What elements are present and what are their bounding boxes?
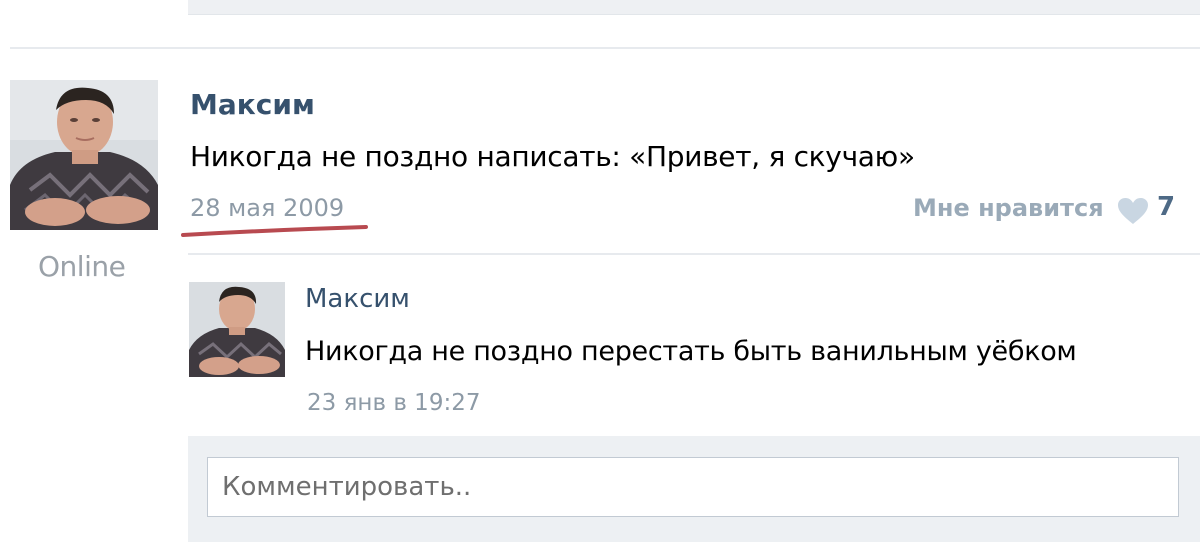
like-button[interactable]: Мне нравится — [913, 194, 1104, 222]
reply-author-link[interactable]: Максим — [305, 284, 410, 314]
red-underline-annotation — [181, 225, 368, 237]
reply-date-link[interactable]: 23 янв в 19:27 — [307, 390, 480, 416]
online-status: Online — [38, 250, 126, 283]
avatar-photo — [10, 80, 158, 230]
reply-text: Никогда не поздно перестать быть ванильн… — [305, 336, 1077, 367]
reply-avatar[interactable] — [189, 282, 285, 377]
post-author-link[interactable]: Максим — [190, 88, 315, 121]
divider — [188, 253, 1200, 255]
comment-input[interactable] — [207, 457, 1179, 517]
previous-post-bottom — [188, 0, 1200, 15]
avatar[interactable] — [10, 80, 158, 230]
post-date-link[interactable]: 28 мая 2009 — [190, 194, 344, 222]
heart-icon[interactable] — [1117, 197, 1149, 225]
reply-avatar-photo — [189, 282, 285, 377]
post-text: Никогда не поздно написать: «Привет, я с… — [190, 140, 915, 173]
divider — [10, 47, 1200, 49]
like-count: 7 — [1157, 192, 1176, 222]
